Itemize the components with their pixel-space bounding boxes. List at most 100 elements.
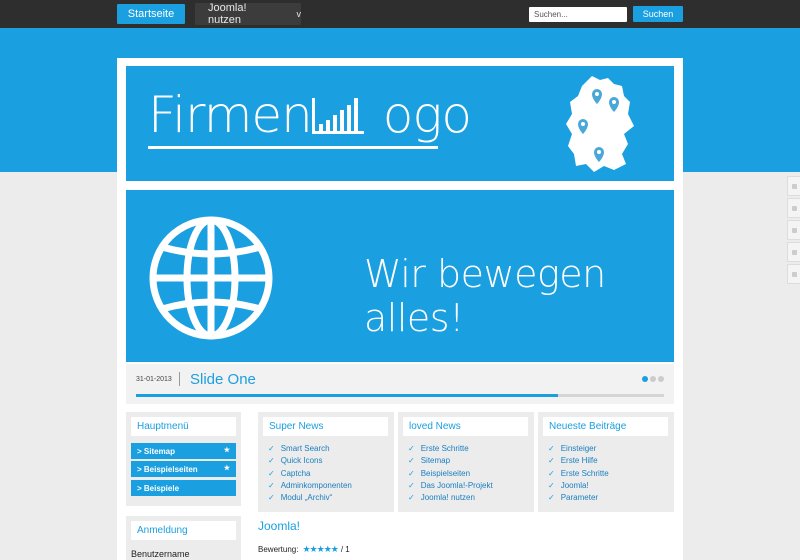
list-item[interactable]: ✓ Quick Icons: [268, 455, 352, 467]
joomla-menu-dropdown[interactable]: Joomla! nutzen v: [195, 2, 302, 26]
article-rating: Bewertung: ★★★★★ / 1: [258, 544, 350, 555]
sidebar-item-beispiele[interactable]: > Beispiele: [131, 480, 236, 496]
star-icon[interactable]: ★: [331, 544, 339, 554]
sidebar-item-label: > Sitemap: [137, 446, 176, 456]
check-icon: ✓: [548, 480, 555, 490]
image-slider[interactable]: Wir bewegen alles!: [126, 190, 674, 362]
list-item[interactable]: ✓ Erste Schritte: [548, 468, 609, 480]
slide-progress-fill: [136, 394, 559, 397]
star-icon[interactable]: ★: [324, 544, 332, 554]
facebook-icon[interactable]: [787, 176, 800, 196]
list-item-label: Beispielseiten: [420, 468, 471, 478]
list-item[interactable]: ✓ Das Joomla!-Projekt: [408, 480, 493, 492]
login-title: Anmeldung: [131, 521, 236, 540]
slider-dot[interactable]: [642, 376, 648, 382]
slide-progress-bar: [136, 394, 664, 397]
slider-dot[interactable]: [650, 376, 656, 382]
globe-icon: [149, 216, 273, 340]
check-icon: ✓: [268, 444, 275, 453]
article-title[interactable]: Joomla!: [258, 519, 300, 533]
list-item[interactable]: ✓ Erste Schritte: [408, 443, 493, 455]
logo-header: Firmen ogo: [126, 66, 674, 181]
company-logo[interactable]: Firmen ogo: [148, 90, 472, 140]
list-item-label: Sitemap: [420, 456, 451, 466]
list-item-label: Adminkomponenten: [280, 480, 352, 490]
check-icon: ✓: [408, 493, 415, 503]
star-icon[interactable]: ★: [302, 544, 310, 554]
logo-underline: [148, 146, 438, 149]
check-icon: ✓: [268, 468, 275, 478]
logo-text-part-2: ogo: [382, 86, 472, 144]
list-item-label: Das Joomla!-Projekt: [420, 480, 493, 490]
caption-divider: [179, 372, 180, 386]
check-icon: ✓: [548, 468, 555, 478]
news-column-loved: loved News ✓ Erste Schritte ✓ Sitemap ✓ Bei…: [398, 412, 534, 512]
list-item-label: Erste Schritte: [560, 468, 609, 478]
list-item[interactable]: ✓ Captcha: [268, 468, 352, 480]
list-item-label: Modul „Archiv“: [280, 493, 333, 503]
sidebar-item-sitemap[interactable]: > Sitemap ★: [131, 443, 236, 459]
news-list: ✓ Erste Schritte ✓ Sitemap ✓ Beispielseiten…: [408, 443, 493, 504]
slide-caption: 31-01-2013 Slide One: [126, 364, 674, 404]
news-column-title: Neueste Beiträge: [543, 417, 668, 436]
star-icon[interactable]: ★: [310, 544, 318, 554]
list-item[interactable]: ✓ Joomla! nutzen: [408, 492, 493, 504]
list-item[interactable]: ✓ Beispielseiten: [408, 468, 493, 480]
logo-text-part-1: Firmen: [148, 86, 327, 144]
list-item[interactable]: ✓ Adminkomponenten: [268, 480, 352, 492]
list-item-label: Joomla! nutzen: [420, 493, 475, 503]
check-icon: ✓: [408, 456, 415, 466]
list-item[interactable]: ✓ Smart Search: [268, 443, 352, 455]
email-icon[interactable]: [787, 264, 800, 284]
star-icon: ★: [223, 465, 230, 472]
bar-chart-logo-icon: [312, 98, 364, 134]
list-item-label: Smart Search: [280, 444, 330, 453]
check-icon: ✓: [548, 456, 555, 466]
sidebar-item-beispielseiten[interactable]: > Beispielseiten ★: [131, 461, 236, 477]
slide-title[interactable]: Slide One: [190, 371, 256, 388]
home-button[interactable]: Startseite: [117, 4, 185, 24]
rating-stars: ★★★★★: [302, 544, 339, 555]
share-tabs: [787, 176, 800, 286]
check-icon: ✓: [408, 480, 415, 490]
joomla-menu-label: Joomla! nutzen: [208, 2, 247, 26]
list-item-label: Parameter: [560, 493, 599, 503]
germany-map-icon: [566, 76, 634, 172]
username-label: Benutzername: [131, 549, 190, 559]
news-column-title: Super News: [263, 417, 388, 436]
list-item[interactable]: ✓ Parameter: [548, 492, 609, 504]
list-item-label: Einsteiger: [560, 444, 597, 453]
news-column-latest: Neueste Beiträge ✓ Einsteiger ✓ Erste Hilf…: [538, 412, 674, 512]
list-item-label: Erste Schritte: [420, 444, 469, 453]
star-icon[interactable]: ★: [317, 544, 325, 554]
search-input[interactable]: [529, 7, 627, 22]
main-menu-title: Hauptmenü: [131, 417, 236, 436]
list-item-label: Quick Icons: [280, 456, 323, 466]
slider-dot[interactable]: [658, 376, 664, 382]
check-icon: ✓: [548, 444, 555, 453]
twitter-icon[interactable]: [787, 198, 800, 218]
list-item[interactable]: ✓ Joomla!: [548, 480, 609, 492]
rating-suffix: / 1: [340, 545, 350, 554]
sidebar-item-label: > Beispielseiten: [137, 464, 198, 474]
search-button[interactable]: Suchen: [633, 6, 683, 22]
list-item[interactable]: ✓ Erste Hilfe: [548, 455, 609, 467]
check-icon: ✓: [268, 493, 275, 503]
list-item[interactable]: ✓ Modul „Archiv“: [268, 492, 352, 504]
news-list: ✓ Einsteiger ✓ Erste Hilfe ✓ Erste Schritte…: [548, 443, 609, 504]
star-icon: ★: [223, 447, 230, 454]
check-icon: ✓: [548, 493, 555, 503]
check-icon: ✓: [268, 456, 275, 466]
news-column-title: loved News: [403, 417, 528, 436]
chevron-down-icon: v: [296, 9, 302, 19]
main-menu-panel: Hauptmenü > Sitemap ★ > Beispielseiten ★…: [126, 412, 241, 506]
slide-date: 31-01-2013: [136, 376, 172, 383]
check-icon: ✓: [408, 468, 415, 478]
list-item-label: Erste Hilfe: [560, 456, 598, 466]
google-icon[interactable]: [787, 220, 800, 240]
list-item[interactable]: ✓ Einsteiger: [548, 443, 609, 455]
list-item[interactable]: ✓ Sitemap: [408, 455, 493, 467]
linkedin-icon[interactable]: [787, 242, 800, 262]
rating-label: Bewertung:: [258, 545, 299, 554]
slider-dots: [642, 376, 664, 382]
